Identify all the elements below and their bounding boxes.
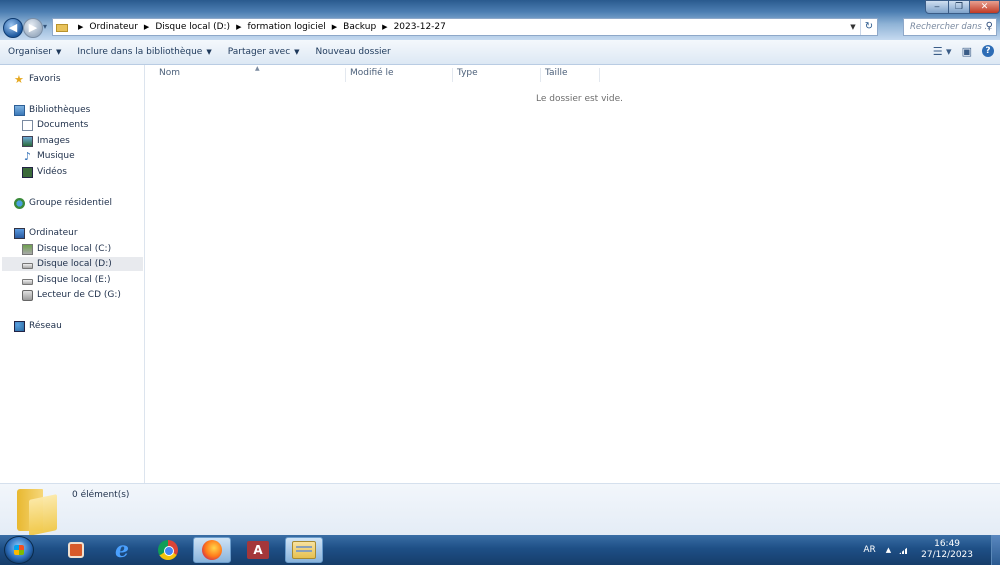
item-count: 0 élément(s) — [72, 490, 130, 500]
view-options-icon[interactable]: ☰ ▾ — [933, 45, 952, 58]
maximize-button[interactable]: ❐ — [948, 0, 970, 14]
image-icon — [22, 135, 33, 147]
nav-cd-drive[interactable]: Lecteur de CD (G:) — [22, 288, 121, 302]
folder-icon — [56, 22, 68, 32]
organize-button[interactable]: Organiser ▼ — [0, 47, 69, 57]
media-player-icon — [68, 542, 84, 558]
chevron-right-icon[interactable]: ▶ — [144, 23, 149, 31]
taskbar-media-player[interactable] — [57, 537, 95, 563]
taskbar-chrome[interactable] — [149, 537, 187, 563]
nav-libraries[interactable]: Bibliothèques — [14, 103, 90, 117]
nav-homegroup[interactable]: Groupe résidentiel — [14, 196, 112, 210]
search-icon[interactable]: ⚲ — [986, 19, 993, 35]
back-button[interactable]: ◀ — [3, 18, 23, 38]
network-signal-icon[interactable] — [899, 546, 910, 554]
nav-drive-e[interactable]: Disque local (E:) — [22, 273, 111, 287]
help-icon[interactable]: ? — [982, 45, 994, 57]
taskbar-firefox[interactable] — [193, 537, 231, 563]
drive-icon — [22, 279, 33, 285]
navigation-pane: ★ Favoris Bibliothèques Documents Images… — [0, 65, 145, 483]
start-button[interactable] — [4, 536, 34, 564]
chevron-right-icon[interactable]: ▶ — [78, 23, 83, 31]
nav-documents[interactable]: Documents — [22, 118, 88, 132]
column-header-name[interactable]: ▲ Nom — [155, 65, 346, 82]
new-folder-button[interactable]: Nouveau dossier — [308, 47, 399, 57]
library-icon — [14, 104, 25, 116]
caret-down-icon: ▼ — [294, 48, 300, 56]
system-tray: AR ▲ 16:49 27/12/2023 — [863, 535, 1000, 565]
taskbar-explorer[interactable] — [285, 537, 323, 563]
search-placeholder: Rechercher dans ... — [910, 22, 993, 32]
arrow-left-icon: ◀ — [8, 21, 18, 34]
language-indicator[interactable]: AR — [863, 545, 875, 555]
caret-down-icon: ▼ — [206, 48, 212, 56]
show-hidden-icons-icon[interactable]: ▲ — [886, 546, 891, 554]
system-drive-icon — [22, 243, 33, 255]
column-header-modified[interactable]: Modifié le — [346, 68, 453, 82]
nav-favorites[interactable]: ★ Favoris — [14, 72, 61, 86]
details-pane: 0 élément(s) — [0, 483, 1000, 536]
clock-time: 16:49 — [934, 539, 961, 549]
close-button[interactable]: ✕ — [969, 0, 1000, 14]
breadcrumb-current-folder[interactable]: 2023-12-27 — [394, 22, 446, 32]
title-bar: ◀ ▶ ▾ ▶ Ordinateur ▶ Disque local (D:) ▶… — [0, 0, 1000, 40]
address-bar[interactable]: ▶ Ordinateur ▶ Disque local (D:) ▶ forma… — [52, 18, 878, 36]
computer-icon — [14, 227, 25, 239]
video-icon — [22, 166, 33, 178]
minimize-button[interactable]: ‒ — [925, 0, 949, 14]
nav-drive-d[interactable]: Disque local (D:) — [2, 257, 143, 271]
nav-computer[interactable]: Ordinateur — [14, 226, 78, 240]
firefox-icon — [202, 540, 222, 560]
nav-network[interactable]: Réseau — [14, 319, 62, 333]
explorer-icon — [292, 541, 316, 559]
show-desktop-button[interactable] — [991, 535, 1000, 565]
folder-icon — [15, 489, 59, 536]
share-with-button[interactable]: Partager avec ▼ — [220, 47, 308, 57]
chrome-icon — [158, 540, 178, 560]
nav-videos[interactable]: Vidéos — [22, 165, 67, 179]
drive-icon — [22, 263, 33, 269]
clock[interactable]: 16:49 27/12/2023 — [921, 539, 973, 561]
chevron-right-icon[interactable]: ▶ — [236, 23, 241, 31]
taskbar-access[interactable]: A — [239, 537, 277, 563]
internet-explorer-icon: e — [115, 537, 129, 563]
file-list[interactable]: ▲ Nom Modifié le Type Taille Le dossier … — [145, 65, 1000, 483]
document-icon — [22, 119, 33, 131]
arrow-right-icon: ▶ — [28, 21, 38, 34]
recent-pages-dropdown[interactable]: ▾ — [43, 22, 47, 31]
forward-button[interactable]: ▶ — [23, 18, 43, 38]
taskbar-internet-explorer[interactable]: e — [103, 537, 141, 563]
access-icon: A — [247, 541, 269, 559]
nav-drive-c[interactable]: Disque local (C:) — [22, 242, 111, 256]
column-header-type[interactable]: Type — [453, 68, 541, 82]
breadcrumb-drive-d[interactable]: Disque local (D:) — [155, 22, 230, 32]
preview-pane-icon[interactable]: ▣ — [962, 45, 972, 58]
search-input[interactable]: Rechercher dans ... ⚲ — [903, 18, 997, 36]
homegroup-icon — [14, 197, 25, 209]
star-icon: ★ — [14, 72, 24, 86]
chevron-right-icon[interactable]: ▶ — [332, 23, 337, 31]
sort-up-icon: ▲ — [255, 65, 260, 72]
chevron-right-icon[interactable]: ▶ — [382, 23, 387, 31]
address-dropdown-button[interactable]: ▼ — [846, 19, 860, 35]
command-bar: Organiser ▼ Inclure dans la bibliothèque ▼… — [0, 40, 1000, 65]
clock-date: 27/12/2023 — [921, 550, 973, 560]
taskbar: e A AR ▲ 16:49 27/12/2023 — [0, 535, 1000, 565]
network-icon — [14, 320, 25, 332]
empty-folder-message: Le dossier est vide. — [536, 94, 624, 104]
nav-music[interactable]: ♪ Musique — [22, 149, 75, 163]
refresh-icon[interactable]: ↻ — [860, 19, 877, 35]
cd-drive-icon — [22, 289, 33, 301]
breadcrumb-formation-logiciel[interactable]: formation logiciel — [247, 22, 325, 32]
breadcrumb-backup[interactable]: Backup — [343, 22, 376, 32]
nav-images[interactable]: Images — [22, 134, 70, 148]
column-header-size[interactable]: Taille — [541, 68, 600, 82]
music-note-icon: ♪ — [23, 149, 32, 163]
breadcrumb-computer[interactable]: Ordinateur — [89, 22, 138, 32]
include-in-library-button[interactable]: Inclure dans la bibliothèque ▼ — [69, 47, 219, 57]
caret-down-icon: ▼ — [56, 48, 62, 56]
